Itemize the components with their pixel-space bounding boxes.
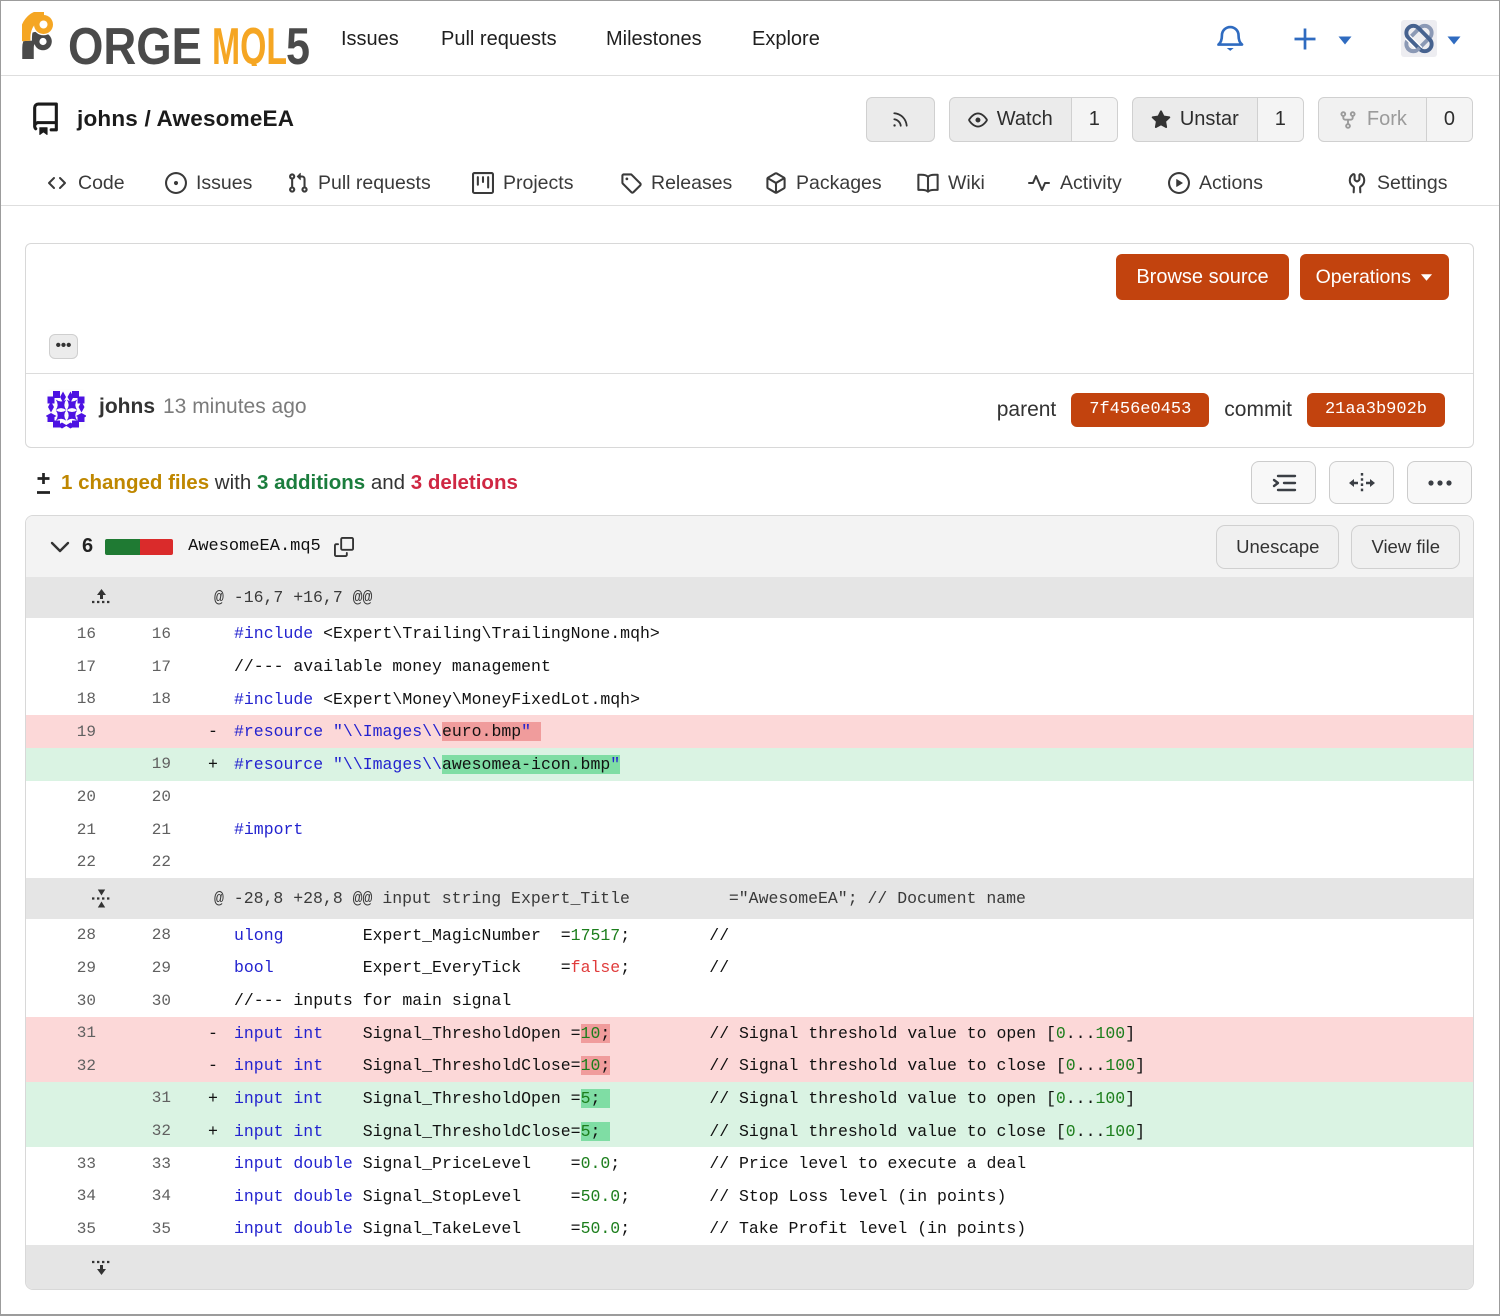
svg-text:MQL: MQL bbox=[212, 18, 287, 66]
svg-text:5: 5 bbox=[286, 18, 310, 66]
svg-text:ORGE: ORGE bbox=[68, 18, 202, 66]
